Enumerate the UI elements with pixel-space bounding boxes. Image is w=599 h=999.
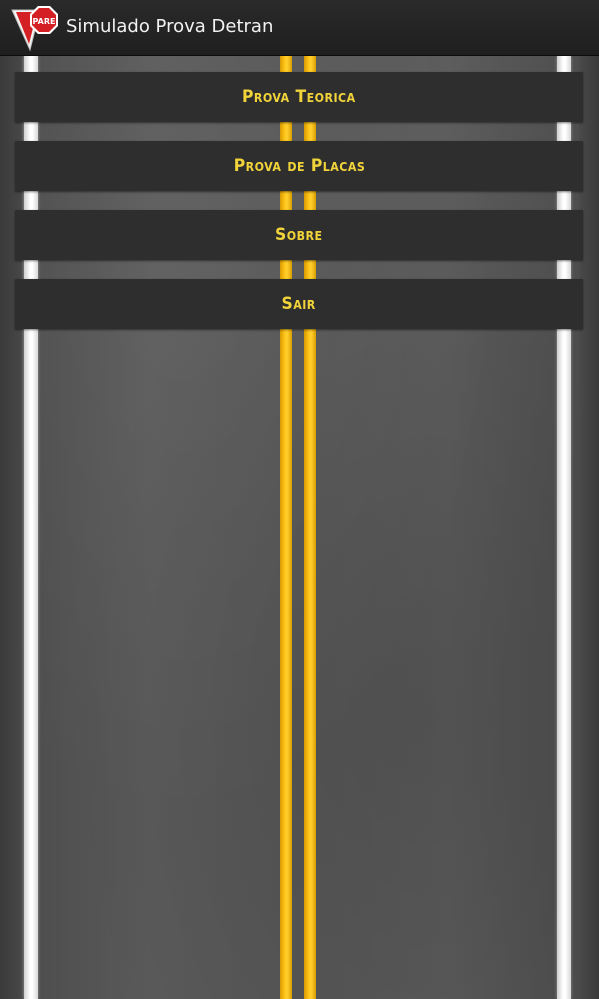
sobre-label: Sobre (275, 225, 323, 245)
sair-label: Sair (281, 294, 317, 314)
action-bar: PARE Simulado Prova Detran (0, 0, 599, 56)
stop-sign-text: PARE (33, 17, 56, 26)
main-menu: Prova Teorica Prova de Placas Sobre Sair (15, 72, 583, 348)
prova-de-placas-label: Prova de Placas (233, 156, 365, 176)
app-screen: PARE Simulado Prova Detran Prova Teorica… (0, 0, 599, 999)
prova-de-placas-button[interactable]: Prova de Placas (15, 141, 583, 191)
sair-button[interactable]: Sair (15, 279, 583, 329)
sobre-button[interactable]: Sobre (15, 210, 583, 260)
prova-teorica-label: Prova Teorica (242, 87, 356, 107)
prova-teorica-button[interactable]: Prova Teorica (15, 72, 583, 122)
app-title: Simulado Prova Detran (66, 16, 274, 37)
stop-sign-icon[interactable]: PARE (10, 4, 62, 52)
